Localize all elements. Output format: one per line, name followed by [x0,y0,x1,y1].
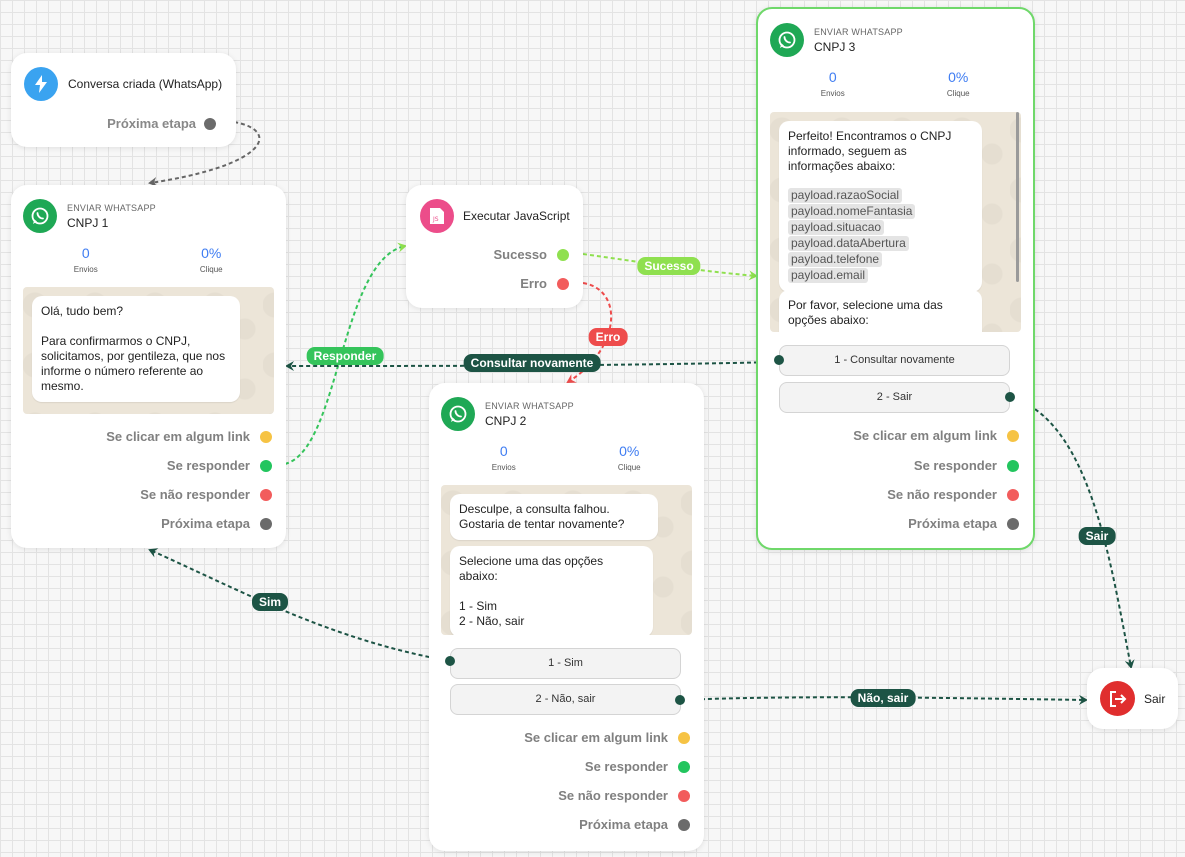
message-bubble: Desculpe, a consulta falhou. Gostaria de… [450,494,658,540]
option-button[interactable]: 2 - Não, sair [450,684,681,715]
payload-field: payload.situacao [788,220,885,235]
edge-label-sair[interactable]: Sair [1078,527,1116,545]
js-success-handle[interactable] [557,248,569,261]
edge-label-erro[interactable]: Erro [588,328,628,346]
edge-handle[interactable] [774,355,784,365]
node-type: ENVIAR WHATSAPP [485,400,574,411]
node-title: CNPJ 1 [67,215,109,230]
output-handle-link[interactable] [260,430,272,443]
cnpj1-node[interactable]: ENVIAR WHATSAPP CNPJ 1 0 Envios 0% Clique … [11,185,286,548]
edge-handle[interactable] [445,656,455,666]
bolt-icon [24,67,58,101]
output-handle-nao-responder[interactable] [1007,488,1019,501]
message-bubble: Selecione uma das opções abaixo: 1 - Sim… [450,546,653,635]
output-label-proxima: Próxima etapa [908,516,997,531]
trigger-node[interactable]: Conversa criada (WhatsApp) Próxima etapa [11,53,236,147]
click-label: Clique [199,265,223,274]
chat-scrollbar[interactable] [1016,112,1019,282]
output-label-responder: Se responder [166,458,250,473]
exit-icon [1100,681,1135,716]
trigger-title: Conversa criada (WhatsApp) [68,77,223,91]
payload-field: payload.nomeFantasia [788,204,916,219]
option-button[interactable]: 1 - Sim [450,648,681,679]
output-label-nao-responder: Se não responder [558,788,668,803]
chat-preview: Olá, tudo bem? Para confirmarmos o CNPJ,… [23,287,274,414]
output-label-nao-responder: Se não responder [140,487,250,502]
edge-label-sim[interactable]: Sim [251,593,289,611]
sends-count: 0 [81,245,90,261]
option-button[interactable]: 1 - Consultar novamente [779,345,1010,376]
node-title: CNPJ 2 [485,413,527,428]
output-handle-link[interactable] [678,731,690,744]
click-label: Clique [617,463,641,472]
chat-preview: Perfeito! Encontramos o CNPJ informado, … [770,112,1021,332]
edge-handle[interactable] [675,695,685,705]
output-handle-proxima[interactable] [678,818,690,831]
sends-count: 0 [828,69,837,85]
output-label-link: Se clicar em algum link [853,428,997,443]
payload-field: payload.telefone [788,252,883,267]
whatsapp-icon [770,23,804,57]
payload-field: payload.dataAbertura [788,236,909,251]
sends-label: Envios [820,89,845,98]
svg-text:JS: JS [432,216,439,223]
output-label-link: Se clicar em algum link [106,429,250,444]
message-bubble: Perfeito! Encontramos o CNPJ informado, … [779,121,982,292]
chat-preview: Desculpe, a consulta falhou. Gostaria de… [441,485,692,635]
payload-field: payload.email [788,268,869,283]
whatsapp-icon [23,199,57,233]
javascript-node[interactable]: JS Executar JavaScript Sucesso Erro [406,185,583,308]
js-title: Executar JavaScript [463,209,570,223]
output-handle-proxima[interactable] [1007,517,1019,530]
edge-label-sucesso[interactable]: Sucesso [637,257,701,275]
output-label-responder: Se responder [913,458,997,473]
whatsapp-icon [441,397,475,431]
edge-handle[interactable] [1005,392,1015,402]
output-handle-responder[interactable] [260,459,272,472]
output-handle-proxima[interactable] [260,517,272,530]
click-rate: 0% [948,69,969,85]
exit-node[interactable]: Sair [1087,668,1178,729]
output-handle-responder[interactable] [1007,459,1019,472]
cnpj3-node[interactable]: ENVIAR WHATSAPP CNPJ 3 0 Envios 0% Clique … [756,7,1035,550]
output-label-proxima: Próxima etapa [161,516,250,531]
sends-label: Envios [73,265,98,274]
cnpj2-node[interactable]: ENVIAR WHATSAPP CNPJ 2 0 Envios 0% Clique … [429,383,704,851]
edge-label-responder[interactable]: Responder [306,347,384,365]
edge-cnpj2-to-cnpj1 [148,548,451,662]
node-type: ENVIAR WHATSAPP [67,202,156,213]
message-bubble: Olá, tudo bem? Para confirmarmos o CNPJ,… [32,296,240,402]
sends-label: Envios [491,463,516,472]
option-button[interactable]: 2 - Sair [779,382,1010,413]
output-handle-nao-responder[interactable] [260,488,272,501]
click-label: Clique [946,89,970,98]
output-handle-responder[interactable] [678,760,690,773]
js-error-handle[interactable] [557,277,569,290]
output-label-proxima: Próxima etapa [579,817,668,832]
click-rate: 0% [201,245,222,261]
node-type: ENVIAR WHATSAPP [814,26,903,37]
click-rate: 0% [619,443,640,459]
payload-list: payload.razaoSocial payload.nomeFantasia p… [788,188,973,284]
message-intro: Perfeito! Encontramos o CNPJ informado, … [788,129,952,173]
edge-label-consultar-novamente[interactable]: Consultar novamente [463,354,601,372]
output-label-responder: Se responder [584,759,668,774]
js-error-label: Erro [520,276,547,291]
edge-label-nao-sair[interactable]: Não, sair [850,689,916,707]
message-bubble: Por favor, selecione uma das opções abai… [779,290,982,332]
js-success-label: Sucesso [493,247,547,262]
output-handle-link[interactable] [1007,429,1019,442]
node-title: CNPJ 3 [814,39,856,54]
trigger-next-label: Próxima etapa [107,116,196,131]
exit-title: Sair [1144,692,1166,706]
output-label-link: Se clicar em algum link [524,730,668,745]
payload-field: payload.razaoSocial [788,188,903,203]
javascript-icon: JS [420,199,454,233]
trigger-next-handle[interactable] [204,117,216,130]
output-handle-nao-responder[interactable] [678,789,690,802]
output-label-nao-responder: Se não responder [887,487,997,502]
sends-count: 0 [499,443,508,459]
